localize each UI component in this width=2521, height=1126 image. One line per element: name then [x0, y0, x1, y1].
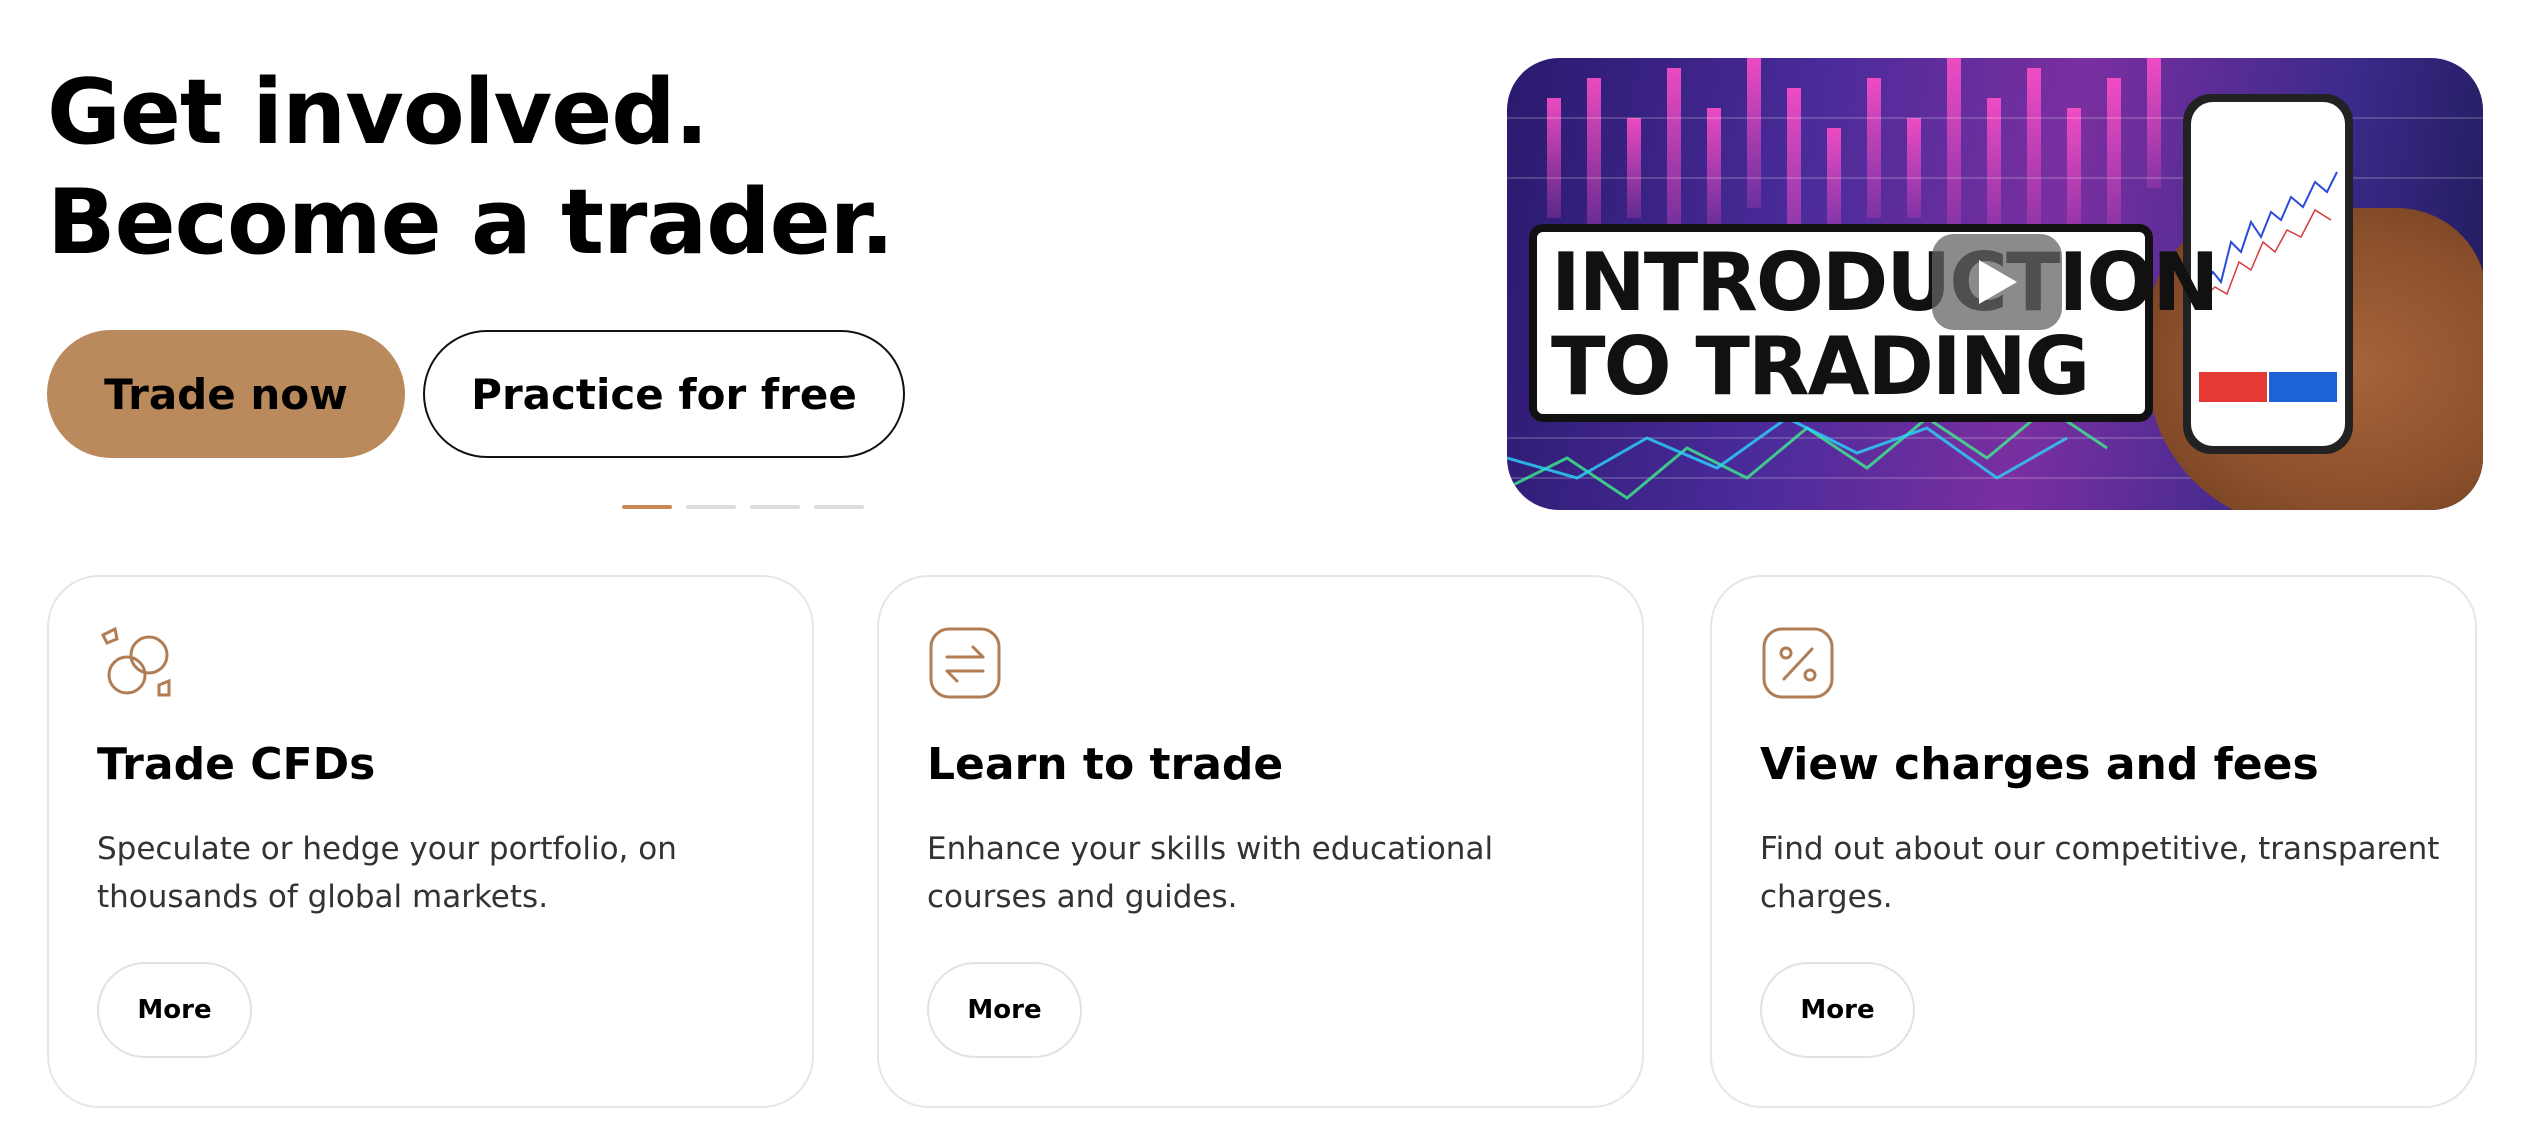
more-button[interactable]: More: [97, 962, 252, 1058]
card-description: Speculate or hedge your portfolio, on th…: [97, 831, 677, 915]
card-description: Enhance your skills with educational cou…: [927, 831, 1494, 915]
coins-icon: [100, 626, 171, 697]
carousel-dot-2[interactable]: [686, 505, 736, 509]
exchange-arrows-icon: [929, 627, 1001, 699]
trade-now-button[interactable]: Trade now: [47, 330, 405, 458]
card-description: Find out about our competitive, transpar…: [1760, 831, 2440, 915]
hero-title-line-2: Become a trader.: [47, 170, 894, 275]
carousel-indicators: [622, 505, 864, 509]
carousel-dot-3[interactable]: [750, 505, 800, 509]
intro-video-thumbnail[interactable]: INTRODUCTION TO TRADING: [1507, 58, 2483, 510]
intro-line-2: TO TRADING: [1551, 320, 2090, 413]
hero-title: Get involved. Become a trader.: [47, 58, 894, 278]
card-trade-cfds: Trade CFDs Speculate or hedge your portf…: [47, 575, 814, 1108]
more-button[interactable]: More: [1760, 962, 1915, 1058]
card-title: Trade CFDs: [97, 739, 376, 790]
card-title: View charges and fees: [1760, 739, 2319, 790]
play-button[interactable]: [1932, 234, 2062, 330]
carousel-dot-1[interactable]: [622, 505, 672, 509]
practice-for-free-button[interactable]: Practice for free: [423, 330, 905, 458]
card-view-charges-and-fees: View charges and fees Find out about our…: [1710, 575, 2477, 1108]
intro-line-1: INTRODUCTION: [1551, 236, 2219, 329]
card-title: Learn to trade: [927, 739, 1284, 790]
play-icon: [1979, 260, 2017, 304]
carousel-dot-4[interactable]: [814, 505, 864, 509]
hero-title-line-1: Get involved.: [47, 60, 709, 165]
card-learn-to-trade: Learn to trade Enhance your skills with …: [877, 575, 1644, 1108]
more-button[interactable]: More: [927, 962, 1082, 1058]
percent-icon: [1762, 627, 1834, 699]
